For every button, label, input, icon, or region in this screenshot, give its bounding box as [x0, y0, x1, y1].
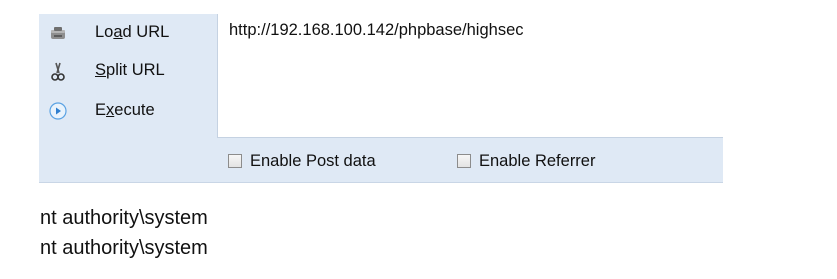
- load-url-icon: [49, 24, 67, 42]
- side-menu: Load URL Split URL Execute: [39, 14, 217, 140]
- execute-label: Execute: [95, 101, 155, 119]
- command-output: nt authority\system nt authority\system: [40, 203, 208, 263]
- load-url-label: Load URL: [95, 23, 170, 41]
- post-data-checkbox-box[interactable]: [228, 154, 242, 168]
- output-line: nt authority\system: [40, 207, 208, 229]
- url-value: http://192.168.100.142/phpbase/highsec: [229, 21, 524, 39]
- scissors-icon: [49, 62, 67, 81]
- hackbar-page: Load URL Split URL Execute http://192.16…: [0, 0, 837, 279]
- split-url-button[interactable]: Split URL: [39, 56, 217, 86]
- execute-button[interactable]: Execute: [39, 96, 217, 126]
- url-textarea[interactable]: http://192.168.100.142/phpbase/highsec: [217, 14, 723, 138]
- enable-post-data-label: Enable Post data: [250, 152, 376, 170]
- load-url-button[interactable]: Load URL: [39, 18, 217, 48]
- hackbar-toolbar: Load URL Split URL Execute http://192.16…: [39, 14, 723, 183]
- split-url-label: Split URL: [95, 61, 165, 79]
- referrer-checkbox-box[interactable]: [457, 154, 471, 168]
- enable-referrer-label: Enable Referrer: [479, 152, 596, 170]
- execute-play-icon: [49, 102, 67, 120]
- output-line: nt authority\system: [40, 237, 208, 259]
